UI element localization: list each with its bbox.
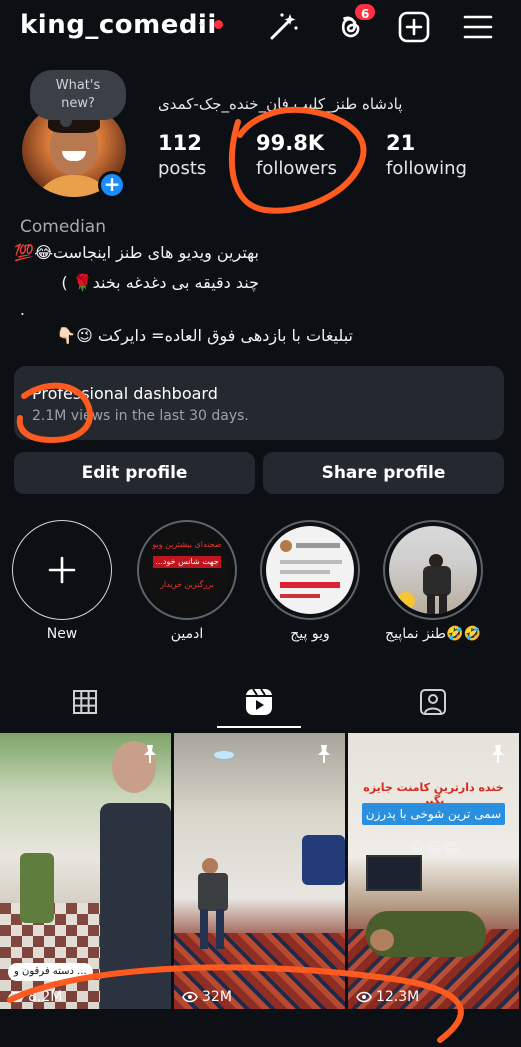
view-count-text: 32M (202, 989, 232, 1005)
highlight-cover (266, 526, 354, 614)
note-bubble[interactable]: What's new? (30, 70, 126, 127)
menu-icon[interactable] (461, 10, 495, 44)
professional-dashboard[interactable]: Professional dashboard 2.1M views in the… (14, 366, 504, 440)
profile-full-name: پادشاه طنز_کلیپ فان_خنده_جک-کمدی (158, 95, 403, 113)
view-count-text: 8.2M (28, 989, 63, 1005)
share-profile-button[interactable]: Share profile (263, 452, 504, 494)
note-text: What's new? (55, 78, 101, 111)
notification-dot (214, 20, 223, 29)
view-count: 32M (182, 989, 232, 1005)
pin-icon (318, 745, 330, 763)
posts-stat[interactable]: 112 posts (158, 131, 206, 179)
chevron-down-icon[interactable]: ⌄ (196, 14, 208, 30)
highlight-label: ویو پیج (290, 626, 330, 642)
posts-label: posts (158, 158, 207, 179)
highlight-cover (389, 526, 477, 614)
edit-profile-button[interactable]: Edit profile (14, 452, 255, 494)
reel-banner: سمی ترین شوخی با پدرزن (362, 803, 505, 825)
followers-label: followers (256, 158, 337, 179)
highlight-cover: صحنه‌ای بیشترین ویو جهت شانس خود... بزرگ… (143, 526, 231, 614)
active-tab-indicator (217, 726, 301, 728)
pin-icon (492, 745, 504, 763)
new-highlight-ring (12, 520, 112, 620)
followers-stat[interactable]: 99.8K followers (256, 131, 337, 179)
following-label: following (386, 158, 467, 179)
threads-badge: 6 (353, 2, 378, 22)
eye-icon (182, 991, 198, 1003)
view-count: 12.3M (356, 989, 419, 1005)
following-count: 21 (386, 131, 416, 155)
posts-count: 112 (158, 131, 202, 155)
tab-reels[interactable] (216, 674, 302, 730)
reels-icon (246, 688, 272, 715)
tab-grid[interactable] (42, 674, 128, 730)
profile-category: Comedian (20, 217, 106, 237)
tagged-person-icon (420, 689, 446, 715)
view-count: 8.2M (8, 989, 62, 1005)
plus-icon (48, 556, 76, 584)
bio-line: چند دقیقه بی دغدغه بخند🌹 ) (61, 273, 259, 292)
view-count-text: 12.3M (376, 989, 420, 1005)
highlight-label: New (46, 626, 78, 642)
bio-line: تبلیغات با بازدهی فوق العاده= دایرکت 😉👇🏻 (56, 326, 353, 345)
eye-icon (8, 991, 24, 1003)
pin-icon (144, 745, 156, 763)
grid-icon (73, 690, 97, 714)
reel-tile[interactable]: 32M (174, 733, 345, 1009)
dashboard-title: Professional dashboard (32, 384, 218, 403)
tab-tagged[interactable] (390, 674, 476, 730)
profile-tabs (0, 674, 521, 730)
highlight-new[interactable]: New (12, 520, 112, 642)
reel-tile[interactable]: ... دسته فرقون و 8.2M (0, 733, 171, 1009)
highlight-item[interactable]: ویو پیج (260, 520, 360, 642)
highlight-item[interactable]: صحنه‌ای بیشترین ویو جهت شانس خود... بزرگ… (137, 520, 237, 642)
bio-line: . (19, 300, 25, 319)
add-story-button[interactable]: + (98, 171, 126, 199)
eye-icon (356, 991, 372, 1003)
username[interactable]: king_comedii (20, 10, 217, 40)
magic-wand-icon[interactable] (266, 10, 300, 44)
highlight-item[interactable]: طنز نماپیج🤣🤣 (383, 520, 483, 642)
reel-tile[interactable]: خنده دارترین کامنت جایزه بگیر سمی ترین ش… (348, 733, 519, 1009)
top-bar: king_comedii ⌄ 6 (0, 0, 521, 56)
highlight-label: طنز نماپیج🤣🤣 (385, 626, 481, 642)
create-plus-icon[interactable] (397, 10, 431, 44)
following-stat[interactable]: 21 following (386, 131, 467, 179)
reel-caption: ... دسته فرقون و (8, 963, 93, 981)
followers-count: 99.8K (256, 131, 325, 155)
bio-line: بهترین ویدیو های طنز اینجاست😂💯 (14, 243, 259, 262)
highlight-label: ادمین (170, 626, 204, 642)
dashboard-subtitle: 2.1M views in the last 30 days. (32, 408, 249, 424)
